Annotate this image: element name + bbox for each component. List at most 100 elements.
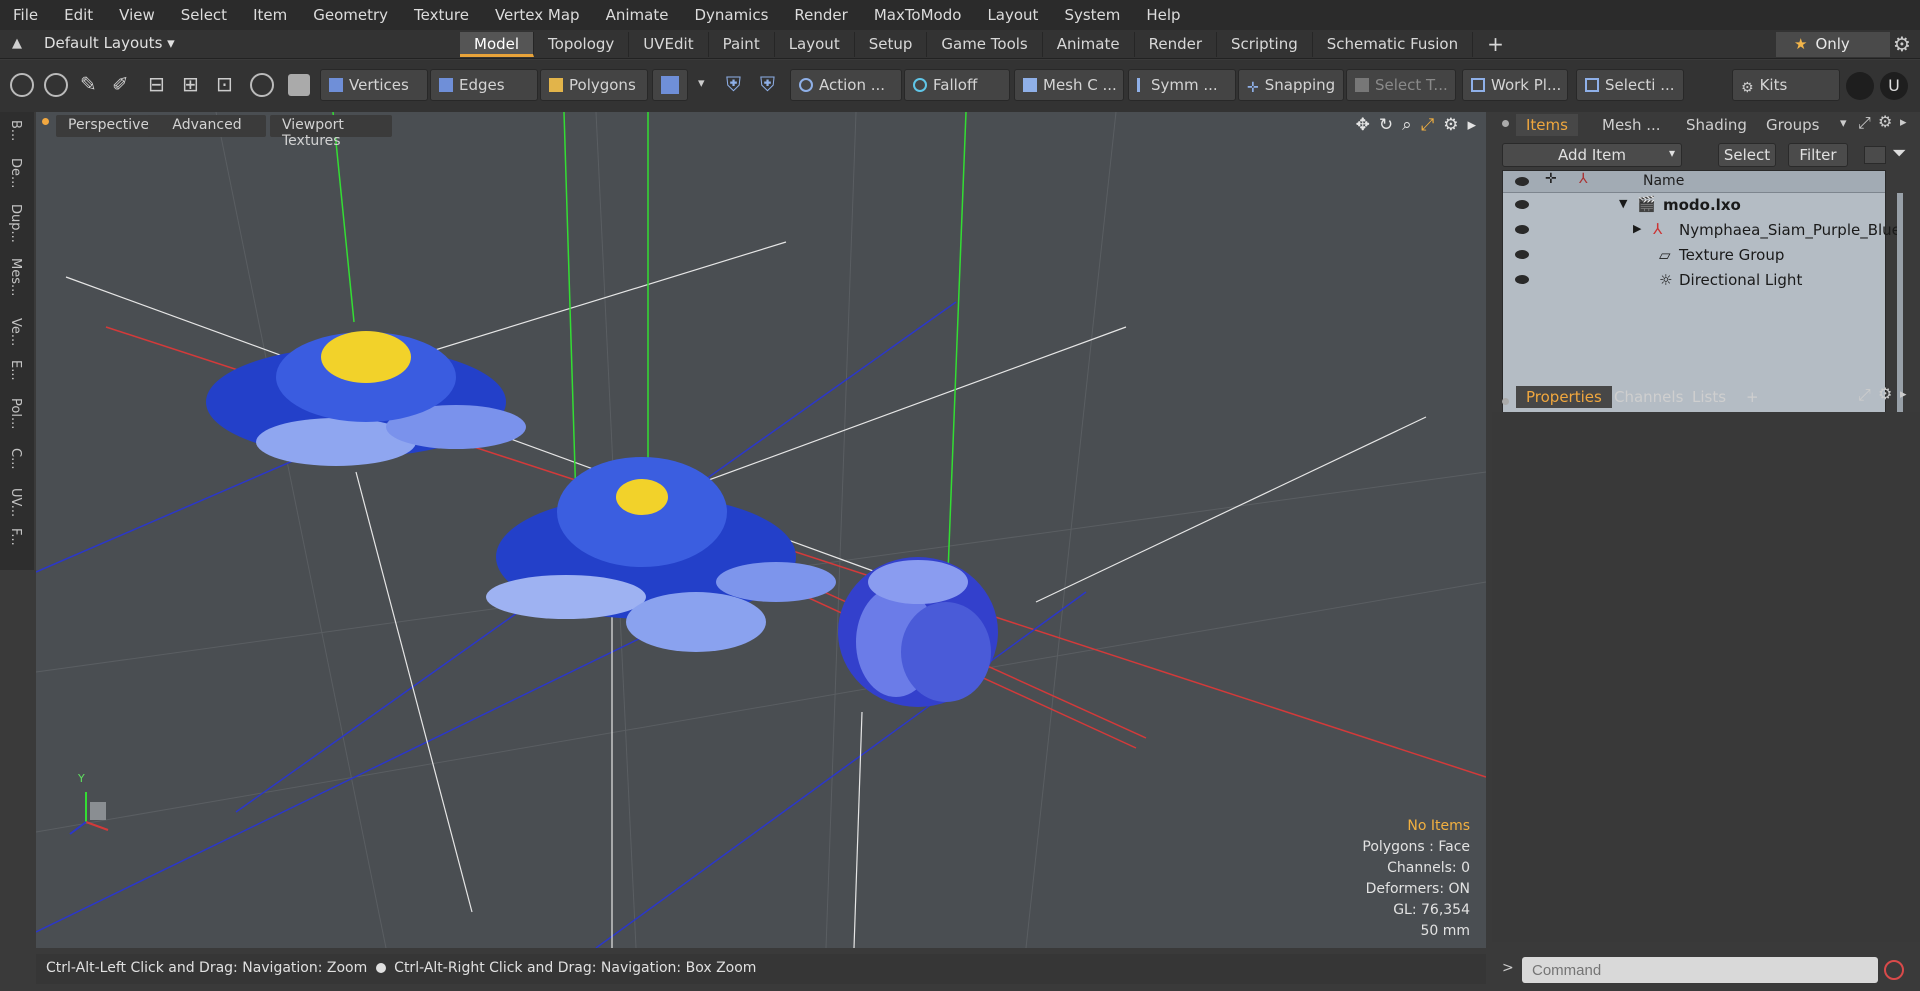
pen-icon[interactable]: ✎ xyxy=(80,72,97,96)
record-macro-icon[interactable] xyxy=(1884,960,1904,980)
element-move-icon[interactable]: ⊟ xyxy=(148,72,165,96)
zoom-view-icon[interactable]: ⌕ xyxy=(1402,115,1412,135)
properties-arrow-icon[interactable]: ▸ xyxy=(1900,387,1907,402)
items-panel-dot-icon[interactable] xyxy=(1502,120,1509,127)
only-toggle[interactable]: ★ Only xyxy=(1776,32,1890,57)
polygons-button[interactable]: Polygons xyxy=(540,69,648,101)
water-lily-bud-right[interactable] xyxy=(838,557,998,707)
menu-item[interactable]: Item xyxy=(240,6,300,24)
tree-row-scene[interactable]: ▼ 🎬 modo.lxo xyxy=(1503,194,1885,219)
menu-dynamics[interactable]: Dynamics xyxy=(681,6,781,24)
tab-uvedit[interactable]: UVEdit xyxy=(629,32,709,57)
menu-file[interactable]: File xyxy=(0,6,51,24)
left-tab-fusion[interactable]: F... xyxy=(8,528,23,546)
viewport-options-dot-icon[interactable] xyxy=(42,118,49,125)
menu-render[interactable]: Render xyxy=(781,6,860,24)
visibility-eye-icon[interactable] xyxy=(1515,250,1529,259)
water-lily-open-left[interactable] xyxy=(206,331,526,466)
tree-row-directional-light[interactable]: ☼ Directional Light xyxy=(1503,269,1885,294)
item-mode-icon[interactable] xyxy=(288,74,310,96)
visibility-eye-icon[interactable] xyxy=(1515,275,1529,284)
tab-mesh-ops[interactable]: Mesh ... xyxy=(1592,114,1671,136)
menu-geometry[interactable]: Geometry xyxy=(300,6,401,24)
tab-paint[interactable]: Paint xyxy=(709,32,775,57)
viewport-expand-arrow-icon[interactable]: ▸ xyxy=(1467,115,1476,135)
globe-icon[interactable] xyxy=(44,73,68,97)
tab-game-tools[interactable]: Game Tools xyxy=(927,32,1043,57)
visibility-eye-icon[interactable] xyxy=(1515,200,1529,209)
brush-icon[interactable]: ✐ xyxy=(112,72,129,96)
move-view-icon[interactable]: ✥ xyxy=(1356,115,1370,135)
menu-layout[interactable]: Layout xyxy=(974,6,1051,24)
menu-system[interactable]: System xyxy=(1051,6,1133,24)
properties-panel-dot-icon[interactable] xyxy=(1502,398,1509,405)
command-input[interactable] xyxy=(1522,957,1878,983)
tree-row-texture-group[interactable]: ▱ Texture Group xyxy=(1503,244,1885,269)
edges-button[interactable]: Edges xyxy=(430,69,538,101)
axis-column-icon[interactable]: ⅄ xyxy=(1579,171,1588,187)
advanced-button[interactable]: Advanced xyxy=(148,115,266,137)
left-tab-duplicate[interactable]: Dup... xyxy=(8,204,23,243)
tab-layout[interactable]: Layout xyxy=(775,32,855,57)
add-tab-button[interactable]: + xyxy=(1473,32,1518,57)
menu-texture[interactable]: Texture xyxy=(401,6,482,24)
properties-gear-icon[interactable]: ⚙ xyxy=(1878,384,1892,403)
viewport-textures-button[interactable]: Viewport Textures xyxy=(270,115,392,149)
left-tab-vertex[interactable]: Ve... xyxy=(8,318,23,346)
menu-help[interactable]: Help xyxy=(1133,6,1193,24)
tab-properties[interactable]: Properties xyxy=(1516,386,1612,408)
tab-model[interactable]: Model xyxy=(460,32,535,57)
left-tab-curve[interactable]: C... xyxy=(8,448,23,469)
left-tab-mesh-edit[interactable]: Mes... xyxy=(8,258,23,296)
menu-animate[interactable]: Animate xyxy=(593,6,682,24)
gear-icon[interactable]: ⚙ xyxy=(1893,32,1911,56)
tab-shading[interactable]: Shading xyxy=(1676,114,1757,136)
select-button[interactable]: Select xyxy=(1718,143,1776,167)
tab-render[interactable]: Render xyxy=(1135,32,1218,57)
symmetry-button[interactable]: Symm ... xyxy=(1128,69,1236,101)
snapping-button[interactable]: ✛ Snapping xyxy=(1238,69,1344,101)
panel-gear-icon[interactable]: ⚙ xyxy=(1878,112,1892,131)
left-tab-uv[interactable]: UV... xyxy=(8,488,23,517)
name-column-header[interactable]: Name xyxy=(1643,173,1684,189)
frame-icon[interactable]: ⊡ xyxy=(216,72,233,96)
mesh-constraint-button[interactable]: Mesh C ... xyxy=(1014,69,1124,101)
rotate-view-icon[interactable]: ↻ xyxy=(1379,115,1393,135)
menu-select[interactable]: Select xyxy=(168,6,240,24)
unreal-logo-icon[interactable]: U xyxy=(1880,72,1908,100)
tab-scripting[interactable]: Scripting xyxy=(1217,32,1313,57)
work-plane-button[interactable]: Work Pl... xyxy=(1462,69,1568,101)
list-options-icon[interactable] xyxy=(1864,146,1886,164)
tab-items[interactable]: Items xyxy=(1516,114,1578,136)
tab-topology[interactable]: Topology xyxy=(534,32,630,57)
menu-vertex-map[interactable]: Vertex Map xyxy=(482,6,593,24)
render-cube-icon[interactable] xyxy=(1846,72,1874,100)
viewport-settings-icon[interactable]: ⚙ xyxy=(1443,115,1458,135)
select-circle-icon[interactable] xyxy=(10,73,34,97)
add-properties-tab-button[interactable]: + xyxy=(1736,386,1769,408)
tree-row-mesh[interactable]: ▶ ⅄ Nymphaea_Siam_Purple_Blue xyxy=(1503,219,1901,244)
filter-funnel-icon[interactable]: ⏷ xyxy=(1892,143,1906,164)
water-lily-open-center[interactable] xyxy=(486,457,836,652)
mode-dropdown-caret-icon[interactable]: ▾ xyxy=(698,76,705,91)
left-tab-deform[interactable]: De... xyxy=(8,158,23,188)
tab-groups[interactable]: Groups xyxy=(1756,114,1829,136)
lock-column-icon[interactable]: ✛ xyxy=(1545,171,1557,187)
panel-caret-icon[interactable]: ▾ xyxy=(1840,116,1847,131)
visibility-column-eye-icon[interactable] xyxy=(1515,177,1529,186)
panel-arrow-icon[interactable]: ▸ xyxy=(1900,115,1907,130)
layout-dropdown[interactable]: Default Layouts ▾ xyxy=(44,34,175,52)
falloff-button[interactable]: Falloff xyxy=(904,69,1010,101)
kits-button[interactable]: ⚙ Kits xyxy=(1732,69,1840,101)
tab-channels[interactable]: Channels xyxy=(1604,386,1693,408)
menu-maxtomodo[interactable]: MaxToModo xyxy=(861,6,975,24)
tab-setup[interactable]: Setup xyxy=(855,32,928,57)
ellipse-icon[interactable] xyxy=(250,73,274,97)
left-tab-basic[interactable]: B... xyxy=(8,120,23,141)
action-center-button[interactable]: Action ... xyxy=(790,69,902,101)
expand-arrow-icon[interactable]: ▶ xyxy=(1633,222,1641,235)
properties-maximize-icon[interactable]: ⤢ xyxy=(1858,385,1871,405)
perspective-button[interactable]: Perspective xyxy=(56,115,160,137)
select-through-button[interactable]: Select T... xyxy=(1346,69,1456,101)
tab-schematic-fusion[interactable]: Schematic Fusion xyxy=(1313,32,1474,57)
